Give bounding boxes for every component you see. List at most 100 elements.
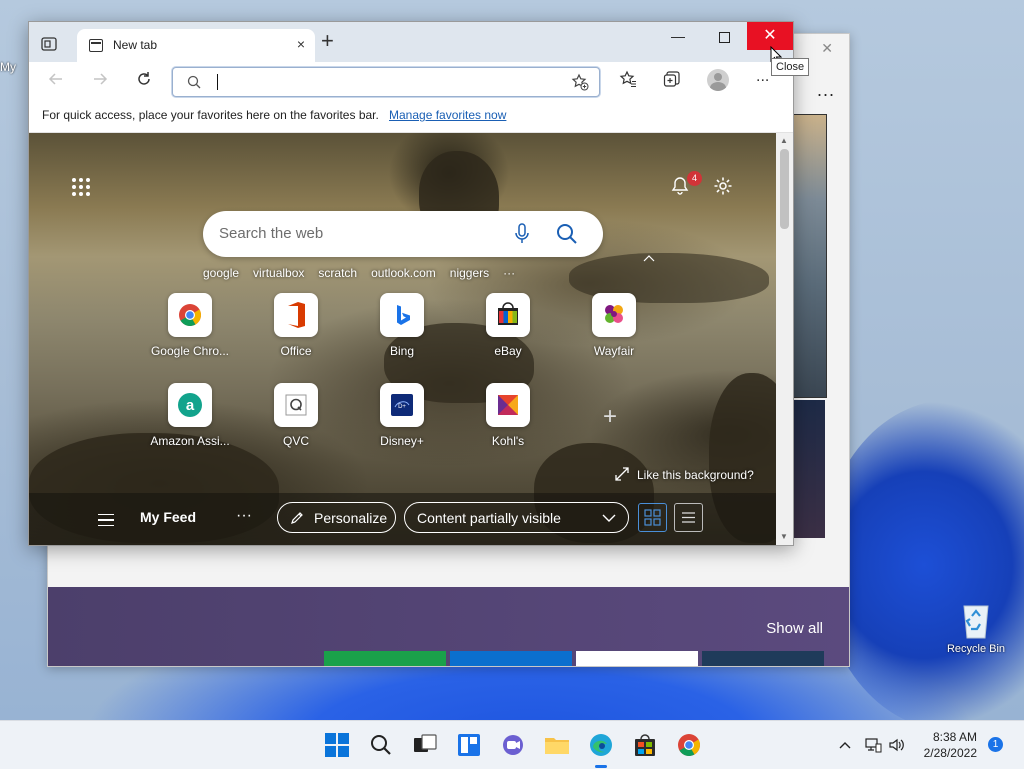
expand-arrows-icon	[615, 467, 629, 481]
task-view-icon[interactable]	[409, 729, 441, 761]
ebay-icon	[486, 293, 530, 337]
recent-search-link[interactable]: virtualbox	[253, 266, 304, 280]
quick-link-tile[interactable]: Google Chro...	[146, 293, 234, 358]
quick-link-tile[interactable]: D+ Disney+	[358, 383, 446, 448]
add-favorite-icon[interactable]	[571, 73, 589, 91]
tab-actions-icon[interactable]	[41, 37, 57, 51]
file-explorer-icon[interactable]	[541, 729, 573, 761]
feed-menu-icon[interactable]	[98, 514, 114, 526]
thumbnail[interactable]	[576, 651, 698, 666]
minimize-button[interactable]: —	[655, 22, 701, 50]
content-visibility-dropdown[interactable]: Content partially visible	[404, 502, 629, 533]
edge-window[interactable]: New tab × + — ✕ ... For quick access, pl…	[28, 21, 794, 546]
vertical-scrollbar[interactable]: ▲ ▼	[776, 133, 793, 545]
feed-bar: My Feed ··· Personalize Content partiall…	[29, 493, 776, 545]
notification-center-badge[interactable]: 1	[988, 737, 1003, 752]
quick-link-tile[interactable]: Wayfair	[570, 293, 658, 358]
personalize-label: Personalize	[314, 510, 388, 526]
desktop-icon-label[interactable]: My	[0, 60, 16, 74]
volume-icon[interactable]	[888, 736, 906, 754]
search-placeholder: Search the web	[219, 225, 324, 242]
page-settings-gear-icon[interactable]	[713, 176, 733, 196]
scrollbar-thumb[interactable]	[780, 149, 789, 229]
recent-search-link[interactable]: scratch	[318, 266, 357, 280]
settings-and-more-button[interactable]: ...	[756, 68, 769, 86]
thumbnail[interactable]	[324, 651, 446, 666]
qvc-icon	[274, 383, 318, 427]
network-icon[interactable]	[864, 736, 882, 754]
maximize-icon	[718, 31, 730, 43]
favorites-icon[interactable]	[619, 70, 637, 88]
edge-icon[interactable]	[585, 729, 617, 761]
pencil-icon	[291, 512, 303, 524]
recent-search-link[interactable]: outlook.com	[371, 266, 436, 280]
wayfair-icon	[592, 293, 636, 337]
svg-text:a: a	[186, 397, 195, 414]
title-bar[interactable]: New tab × + — ✕	[29, 22, 793, 62]
bing-icon	[380, 293, 424, 337]
kohls-icon	[486, 383, 530, 427]
show-all-link[interactable]: Show all	[766, 620, 823, 637]
quick-link-tile[interactable]: a Amazon Assi...	[146, 383, 234, 448]
tile-label: eBay	[494, 344, 522, 358]
chevron-up-icon[interactable]	[838, 738, 852, 752]
toolbar: ...	[29, 62, 793, 102]
scroll-down-arrow[interactable]: ▼	[780, 532, 788, 541]
like-background-link[interactable]: Like this background?	[615, 467, 754, 482]
office-icon	[274, 293, 318, 337]
refresh-button[interactable]	[135, 70, 153, 88]
web-search-box[interactable]: Search the web	[203, 211, 603, 257]
maximize-button[interactable]	[701, 22, 747, 50]
recent-search-link[interactable]: niggers	[450, 266, 489, 280]
taskbar: 8:38 AM 2/28/2022 1	[0, 720, 1024, 769]
grid-view-button[interactable]	[638, 503, 667, 532]
chevron-up-icon[interactable]	[643, 254, 655, 262]
search-submit-icon[interactable]	[555, 222, 579, 246]
list-view-button[interactable]	[674, 503, 703, 532]
address-bar[interactable]	[172, 67, 600, 97]
close-tooltip: Close	[771, 58, 810, 76]
quick-link-tile[interactable]: eBay	[464, 293, 552, 358]
thumbnail[interactable]	[450, 651, 572, 666]
recycle-bin-icon	[963, 605, 989, 639]
microsoft-store-icon[interactable]	[629, 729, 661, 761]
quick-link-tile[interactable]: Office	[252, 293, 340, 358]
clock-time: 8:38 AM	[932, 730, 977, 744]
personalize-button[interactable]: Personalize	[277, 502, 396, 533]
microphone-icon[interactable]	[514, 222, 530, 246]
recent-search-link[interactable]: google	[203, 266, 239, 280]
manage-favorites-link[interactable]: Manage favorites now	[389, 108, 506, 122]
quick-link-tile[interactable]: Kohl's	[464, 383, 552, 448]
more-searches-button[interactable]: ···	[503, 266, 515, 280]
collections-icon[interactable]	[663, 70, 681, 88]
background-image-thumbnail	[793, 114, 827, 398]
tab-close-button[interactable]: ×	[297, 36, 305, 52]
disney-plus-icon: D+	[380, 383, 424, 427]
feed-more-button[interactable]: ···	[236, 507, 252, 525]
start-button[interactable]	[321, 729, 353, 761]
quick-link-tile[interactable]: Bing	[358, 293, 446, 358]
profile-avatar[interactable]	[707, 69, 729, 91]
background-window-close-icon[interactable]: ✕	[821, 40, 833, 57]
new-tab-page-icon	[89, 39, 103, 52]
recycle-bin[interactable]: Recycle Bin	[944, 600, 1008, 655]
chrome-icon[interactable]	[673, 729, 705, 761]
chat-icon[interactable]	[497, 729, 529, 761]
thumbnail[interactable]	[702, 651, 824, 666]
scroll-up-arrow[interactable]: ▲	[780, 136, 788, 145]
new-tab-button[interactable]: +	[321, 30, 334, 52]
chrome-icon	[168, 293, 212, 337]
add-site-button[interactable]: +	[603, 403, 617, 431]
chevron-down-icon	[602, 514, 616, 522]
my-feed-title[interactable]: My Feed	[140, 509, 196, 525]
widgets-icon[interactable]	[453, 729, 485, 761]
clock[interactable]: 8:38 AM 2/28/2022	[905, 729, 977, 761]
search-icon[interactable]	[365, 729, 397, 761]
apps-launcher-icon[interactable]	[72, 178, 90, 196]
new-tab-page: 4 Search the web google virtualbox scrat…	[29, 133, 776, 545]
background-more-button[interactable]: ...	[817, 80, 835, 101]
quick-link-tile[interactable]: QVC	[252, 383, 340, 448]
back-button[interactable]	[47, 70, 65, 88]
forward-button[interactable]	[91, 70, 109, 88]
tab-new-tab[interactable]: New tab ×	[77, 29, 315, 62]
